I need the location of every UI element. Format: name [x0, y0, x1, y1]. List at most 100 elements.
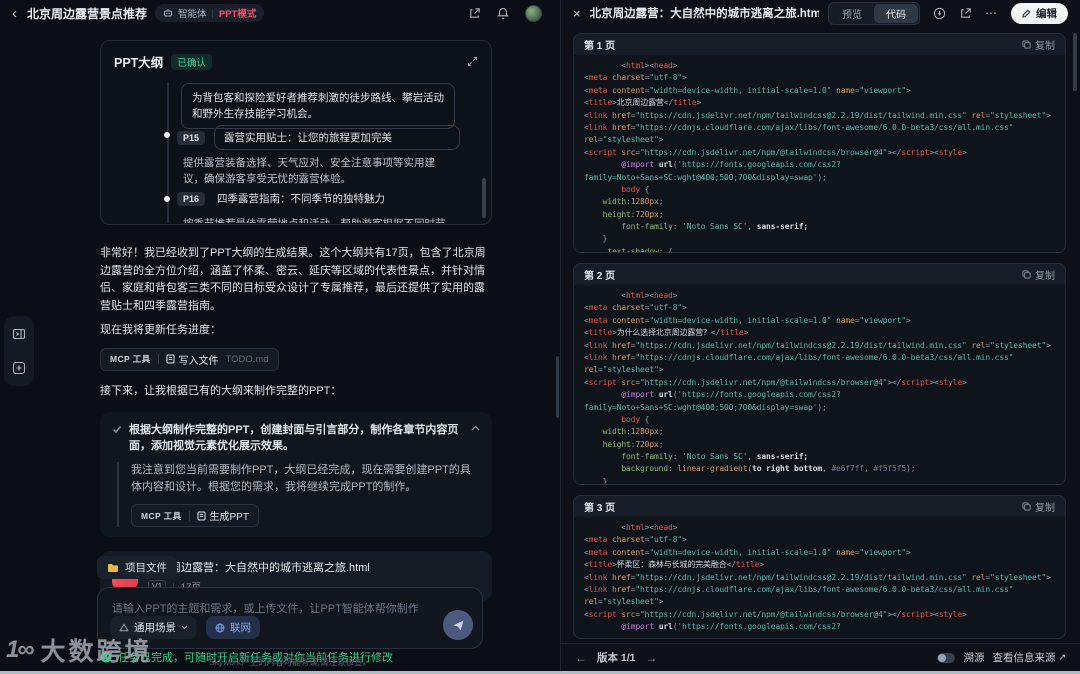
code-line: <script src="https://cdn.jsdelivr.net/np…: [584, 147, 967, 157]
tab-preview[interactable]: 预览: [830, 4, 874, 23]
copy-button[interactable]: 复制: [1022, 267, 1055, 282]
code-line: <script src="https://cdn.jsdelivr.net/np…: [584, 609, 967, 619]
artifact-panel: × 北京周边露营：大自然中的城市逃离之旅.html 预览 代码 ⋯ 编辑 第 1…: [560, 0, 1080, 671]
outline-item-title[interactable]: 四季露营指南：不同季节的独特魅力: [217, 191, 385, 206]
page-badge: P16: [177, 191, 206, 206]
collapse-sidebar-icon[interactable]: [9, 324, 29, 344]
paper-plane-icon: [452, 619, 465, 632]
write-file-chip[interactable]: MCP 工具 写入文件 TODO.md: [100, 347, 279, 371]
version-prev-icon[interactable]: ←: [575, 651, 587, 665]
left-rail: [4, 316, 34, 386]
code-line: <meta charset="utf-8">: [584, 303, 687, 313]
outline-item-title[interactable]: 露营实用贴士：让您的旅程更加完美: [214, 125, 461, 150]
composer: 项目文件 通用场景 联网 Skywork产生的内容可能有: [0, 556, 560, 674]
project-files-button[interactable]: 项目文件: [97, 556, 177, 579]
code-line: @import url('https://fonts.googleapis.co…: [621, 622, 841, 632]
open-external-icon[interactable]: [959, 7, 972, 20]
close-icon[interactable]: ×: [573, 6, 581, 21]
code-section-title: 第 3 页: [584, 503, 616, 514]
code-line: <meta charset="utf-8">: [584, 73, 687, 83]
panel-scrollbar[interactable]: [1073, 33, 1077, 91]
copy-button[interactable]: 复制: [1022, 499, 1055, 514]
code-line: rel="stylesheet">: [584, 365, 664, 375]
folder-icon: [107, 563, 119, 573]
code-line: @import url('https://fonts.googleapis.co…: [621, 390, 841, 400]
project-files-label: 项目文件: [125, 562, 167, 574]
expand-icon[interactable]: [467, 56, 478, 67]
view-sources-link[interactable]: 查看信息来源 ↗: [992, 650, 1066, 665]
code-line: <link href="https://cdn.jsdelivr.net/npm…: [584, 340, 1051, 350]
code-block[interactable]: <html><head> <meta charset="utf-8"> <meta …: [574, 55, 1065, 252]
code-block[interactable]: <html><head> <meta charset="utf-8"> <meta …: [574, 517, 1065, 638]
code-line: }: [584, 234, 608, 244]
new-task-icon[interactable]: [9, 358, 29, 378]
code-line: background: linear-gradient(to right bot…: [621, 464, 916, 474]
code-section: 第 2 页 复制 <html><head> <meta charset="utf-8…: [573, 263, 1066, 485]
chevron-up-icon[interactable]: [471, 425, 480, 431]
code-section: 第 3 页 复制 <html><head> <meta charset="utf-8…: [573, 495, 1066, 639]
document-icon: [166, 354, 175, 364]
chat-scrollbar[interactable]: [556, 356, 559, 418]
agent-badge-label: 智能体: [178, 9, 207, 20]
external-link-icon: ↗: [1058, 652, 1066, 662]
code-line: <link href="https://cdn.jsdelivr.net/npm…: [584, 110, 1051, 120]
chip-action-label: 生成PPT: [209, 512, 249, 523]
copy-button[interactable]: 复制: [1022, 37, 1055, 52]
task-card: 根据大纲制作完整的PPT，创建封面与引言部分，制作各章节内容页面，添加视觉元素优…: [100, 412, 492, 537]
export-icon[interactable]: [933, 7, 946, 20]
send-button[interactable]: [443, 610, 473, 640]
code-line: family=Noto+Sans+SC:wght@400;500;700&dis…: [584, 402, 827, 412]
edit-button[interactable]: 编辑: [1011, 2, 1068, 24]
code-line: <html><head>: [584, 291, 678, 300]
disclaimer: Skywork产生的内容可能有误,请注意核查。: [209, 657, 371, 667]
generate-ppt-chip[interactable]: MCP 工具 生成PPT: [131, 504, 259, 527]
more-menu-icon[interactable]: ⋯: [985, 6, 998, 20]
code-line: <meta content="width=device-width, initi…: [584, 85, 911, 95]
code-line: text-shadow: {: [607, 246, 673, 252]
version-next-icon[interactable]: →: [646, 651, 658, 665]
trace-toggle[interactable]: [937, 652, 956, 663]
version-label: 版本 1/1: [597, 652, 636, 664]
ppt-outline-card: PPT大纲 已确认 为背包客和探险爱好者推荐刺激的徒步路线、攀岩活动和野外生存技…: [100, 40, 492, 225]
prompt-input[interactable]: [112, 603, 468, 615]
code-line: <link href="https://cdn.jsdelivr.net/npm…: [584, 572, 1051, 582]
scene-label: 通用场景: [134, 622, 176, 634]
page-title: 北京周边露营景点推荐: [27, 6, 148, 21]
share-icon[interactable]: [468, 7, 481, 20]
network-toggle[interactable]: 联网: [206, 616, 260, 639]
back-button[interactable]: ‹: [10, 6, 19, 21]
code-line: body {: [621, 184, 650, 194]
bell-icon[interactable]: [497, 7, 509, 20]
code-sections: 第 1 页复制 <html><head> <meta charset="utf-8…: [561, 26, 1080, 643]
code-line: body {: [621, 414, 650, 424]
globe-icon: [215, 623, 225, 633]
code-line: family=Noto+Sans+SC:wght@400;500;700&dis…: [584, 172, 827, 182]
outline-item-desc: 提供露营装备选择、天气应对、安全注意事项等实用建议，确保游客享受无忧的露营体验。: [183, 157, 435, 185]
outline-intro[interactable]: 为背包客和探险爱好者推荐刺激的徒步路线、攀岩活动和野外生存技能学习机会。: [181, 83, 455, 129]
code-line: <html><head>: [584, 523, 678, 532]
ppt-mode-badge: PPT模式: [218, 9, 257, 20]
code-line: <meta content="width=device-width, initi…: [584, 315, 911, 325]
code-line: width:1280px;: [602, 197, 664, 207]
topbar: ‹ 北京周边露营景点推荐 智能体 | PPT模式: [0, 0, 560, 26]
code-block[interactable]: <html><head> <meta charset="utf-8"> <meta …: [574, 285, 1065, 484]
code-line: <title>为什么选择北京周边露营？</title>: [584, 328, 749, 338]
assistant-message: 接下来，让我根据已有的大纲来制作完整的PPT：: [100, 384, 342, 397]
chat-panel: PPT大纲 已确认 为背包客和探险爱好者推荐刺激的徒步路线、攀岩活动和野外生存技…: [0, 26, 560, 674]
outline-item-p16: P16 四季露营指南：不同季节的独特魅力: [177, 191, 385, 206]
task-body: 我注意到您当前需要制作PPT，大纲已经完成，现在需要创建PPT的具体内容和设计。…: [131, 464, 471, 493]
code-line: rel="stylesheet">: [584, 135, 664, 145]
code-line: width:1280px;: [602, 427, 664, 437]
page-badge: P15: [177, 130, 206, 145]
code-line: @import url('https://fonts.googleapis.co…: [621, 160, 841, 170]
scene-selector[interactable]: 通用场景: [110, 616, 197, 639]
code-line: <meta content="width=device-width, initi…: [584, 547, 911, 557]
user-avatar[interactable]: [525, 4, 542, 22]
outline-scrollbar[interactable]: [482, 178, 486, 218]
tab-code[interactable]: 代码: [874, 3, 918, 23]
panel-filename: 北京周边露营：大自然中的城市逃离之旅.html: [589, 8, 819, 20]
code-section: 第 1 页 复制 <html><head> <meta charset="utf-8…: [573, 33, 1066, 253]
outline-item-desc: 按季节推荐最佳露营地点和活动，帮助游客根据不同时节选择理想的露营体验。: [183, 216, 455, 223]
assistant-message: 现在我将更新任务进度：: [100, 324, 221, 336]
code-section-title: 第 2 页: [584, 271, 616, 282]
